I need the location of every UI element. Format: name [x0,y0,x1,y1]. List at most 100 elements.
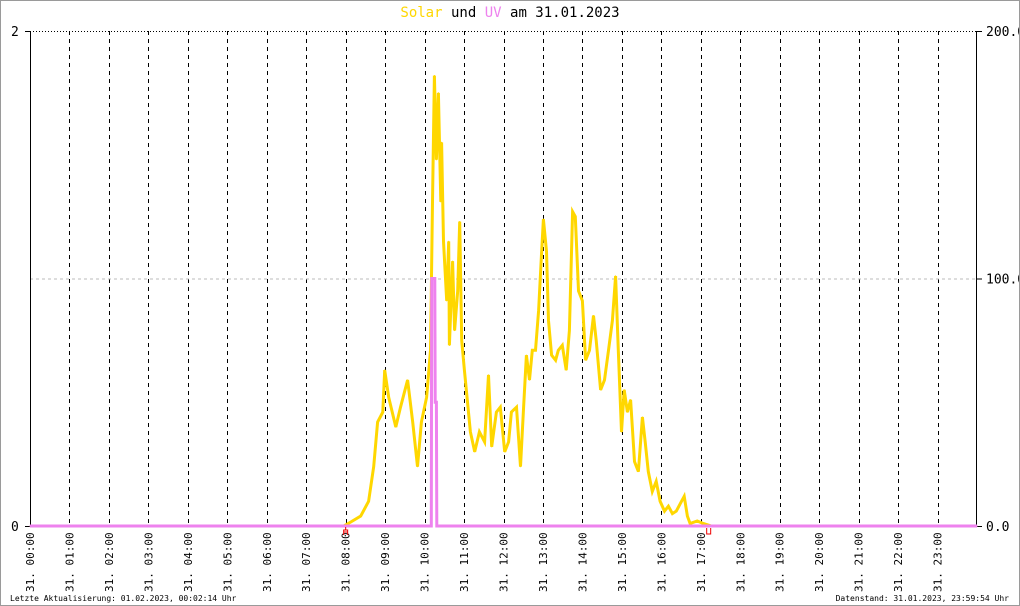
data-point-solar [373,466,375,468]
data-point-solar [435,159,438,161]
x-tick-label: 31. 07:00 [300,532,313,592]
data-point-uv [435,401,438,403]
data-point-solar [641,416,643,418]
data-point-solar [626,411,628,413]
data-point-solar [561,344,563,346]
data-point-solar [611,319,614,322]
x-tick-label: 31. 04:00 [182,532,195,592]
data-point-solar [540,255,542,257]
data-point-solar [407,379,409,381]
data-point-solar [416,466,419,468]
y-tick-label-right: 0.0 [986,520,1009,535]
data-point-solar [463,369,466,371]
data-point-solar [633,461,636,463]
data-point-solar [686,515,688,517]
x-tick-label: 31. 06:00 [261,532,274,592]
data-point-solar [420,421,423,423]
x-tick-label: 31. 15:00 [616,532,629,592]
chart-plot: 200.0100.0200.031. 00:0031. 01:0031. 02:… [11,25,1019,592]
data-point-solar [581,300,584,302]
x-tick-label: 31. 22:00 [892,532,905,592]
data-point-solar [671,513,673,515]
data-point-solar [433,74,436,77]
data-point-solar [431,201,434,203]
data-point-solar [592,315,595,317]
x-tick-label: 31. 12:00 [498,532,511,592]
x-tick-label: 31. 10:00 [419,532,432,592]
data-point-solar [446,300,448,302]
data-point-solar [647,470,649,473]
data-point-solar [448,344,451,346]
data-point-solar [696,520,698,522]
data-point-solar [377,421,379,423]
data-point-solar [542,218,544,220]
data-point-solar [702,522,704,525]
data-point-solar [599,389,602,391]
data-point-solar [659,500,661,502]
data-point-solar [440,201,442,203]
data-point-solar [547,319,550,322]
data-point-solar [554,359,557,361]
footer-last-update: Letzte Aktualisierung: 01.02.2023, 00:02… [10,594,237,603]
y-tick-label-left: 2 [11,25,19,40]
data-point-solar [574,216,576,218]
data-point-solar [453,329,456,332]
data-point-solar [571,211,574,213]
series-line-uv [30,277,977,528]
data-point-solar [491,446,493,448]
data-point-solar [538,310,540,312]
data-point-solar [508,441,510,443]
data-point-solar [680,500,683,502]
data-point-solar [384,369,386,371]
data-point-solar [515,406,518,408]
data-point-uv [434,277,436,280]
data-point-solar [425,396,428,398]
data-point-solar [495,411,497,413]
x-tick-label: 31. 23:00 [932,532,945,592]
data-point-solar [469,431,471,433]
data-point-solar [382,411,384,413]
x-tick-label: 31. 19:00 [774,532,787,592]
data-point-solar [459,220,461,223]
data-point-solar [584,359,587,361]
data-point-solar [519,466,522,468]
x-tick-label: 31. 14:00 [576,532,589,592]
data-point-solar [577,290,580,292]
x-tick-label: 31. 05:00 [221,532,234,592]
data-point-solar [689,522,691,525]
y-tick-label-left: 0 [11,520,19,535]
data-point-solar [667,505,670,507]
x-tick-label: 31. 02:00 [103,532,116,592]
data-point-solar [504,451,506,453]
x-tick-label: 31. 11:00 [458,532,471,592]
x-tick-label: 31. 08:00 [340,532,353,592]
data-point-solar [551,354,553,356]
data-point-solar [474,451,476,453]
x-tick-label: 31. 09:00 [379,532,392,592]
data-point-solar [675,510,677,512]
data-point-solar [614,275,617,277]
footer-data-status: Datenstand: 31.01.2023, 23:59:54 Uhr [835,594,1009,603]
data-point-solar [487,374,490,376]
data-point-solar [651,490,653,492]
data-point-solar [350,521,352,523]
data-point-solar [367,500,370,502]
data-point-solar [603,379,606,381]
data-point-solar [655,480,657,483]
data-point-uv [430,525,432,527]
x-tick-label: 31. 21:00 [853,532,866,592]
x-tick-label: 31. 16:00 [655,532,668,592]
data-point-solar [565,369,567,371]
data-point-solar [457,290,459,292]
data-point-solar [442,240,445,242]
data-point-solar [545,250,548,252]
x-tick-label: 31. 03:00 [142,532,155,592]
data-point-solar [683,495,685,497]
data-point-uv [431,277,433,280]
data-point-solar [607,349,610,351]
chart-frame: Solar und UV am 31.01.2023 200.0100.0200… [0,0,1020,606]
y-tick-label-right: 200.0 [986,25,1019,40]
data-point-solar [360,515,362,517]
data-point-solar [623,389,625,391]
data-point-solar [637,470,640,473]
